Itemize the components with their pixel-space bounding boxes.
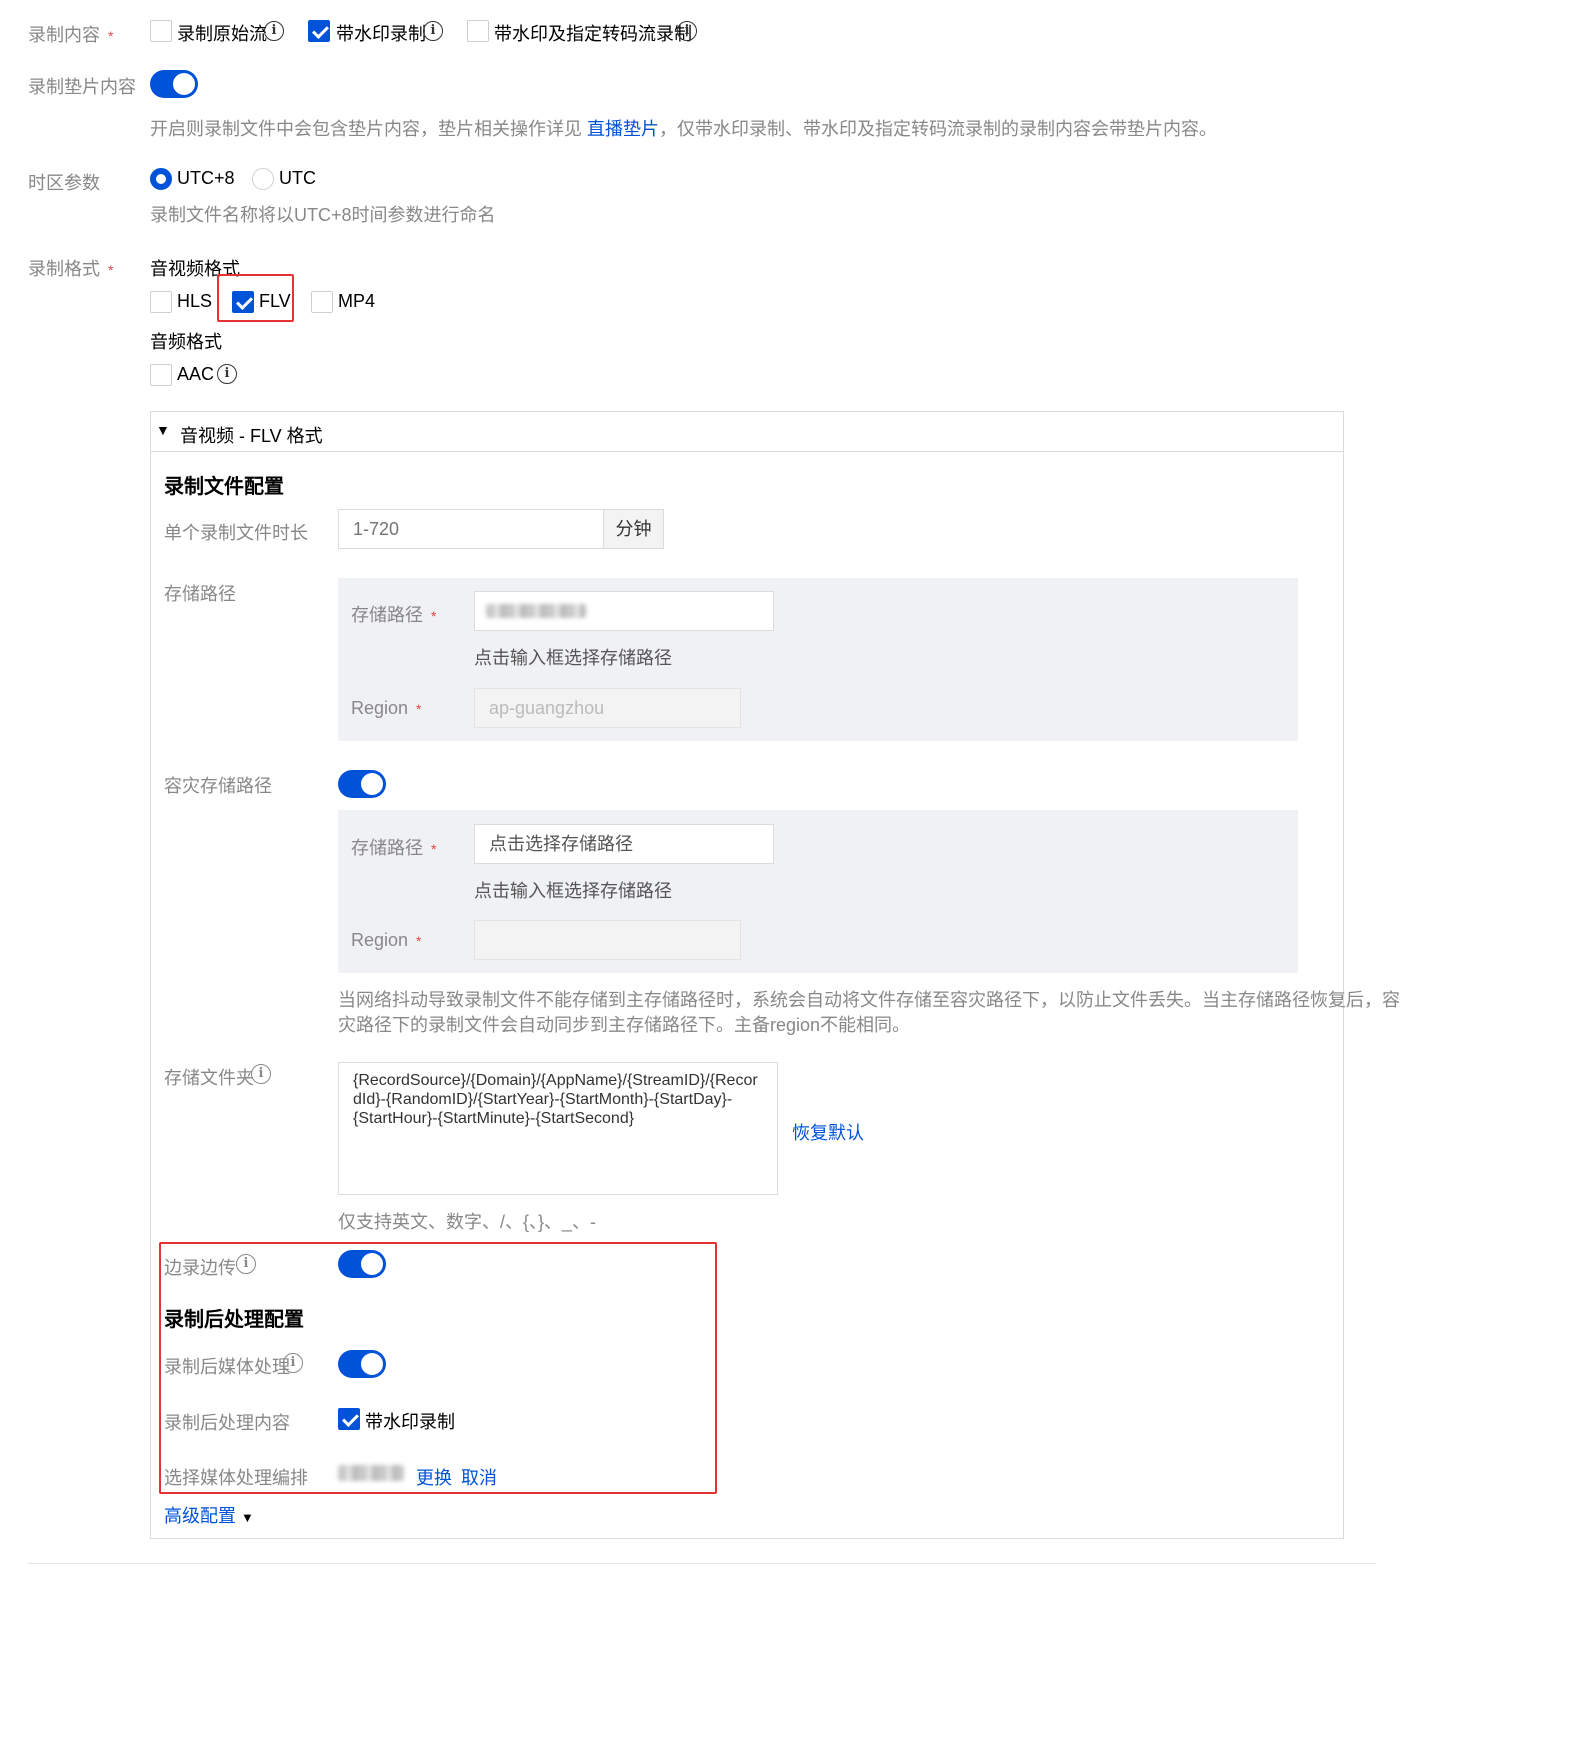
dr-hint-line1: 当网络抖动导致录制文件不能存储到主存储路径时，系统会自动将文件存储至容灾路径下，… xyxy=(338,990,1400,1010)
folder-line: dId}-{RandomID}/{StartYear}-{StartMonth}… xyxy=(353,1091,733,1108)
record-watermark-label: 带水印录制 xyxy=(336,24,426,44)
post-media-label: 录制后媒体处理 xyxy=(164,1357,290,1377)
info-icon[interactable]: i xyxy=(283,1353,303,1373)
dr-storage-toggle[interactable] xyxy=(338,770,386,798)
dr-storage-path-hint: 点击输入框选择存储路径 xyxy=(474,881,672,901)
bottom-divider xyxy=(28,1563,1376,1564)
format-hls-checkbox[interactable] xyxy=(150,291,172,313)
dr-storage-label: 容灾存储路径 xyxy=(164,776,272,796)
record-format-label: 录制格式 * xyxy=(28,259,114,279)
folder-textarea[interactable]: {RecordSource}/{Domain}/{AppName}/{Strea… xyxy=(338,1062,778,1195)
format-mp4-label: MP4 xyxy=(338,291,376,311)
info-icon[interactable]: i xyxy=(677,21,697,41)
record-slate-toggle[interactable] xyxy=(150,70,198,98)
info-icon[interactable]: i xyxy=(423,21,443,41)
region-input: ap-guangzhou xyxy=(474,688,741,728)
post-media-toggle[interactable] xyxy=(338,1350,386,1378)
timezone-utc-label: UTC xyxy=(279,168,316,188)
record-original-label: 录制原始流 xyxy=(177,24,267,44)
folder-line: {RecordSource}/{Domain}/{AppName}/{Strea… xyxy=(353,1072,758,1089)
format-aac-label: AAC xyxy=(177,364,215,384)
dr-storage-path-field-label: 存储路径 * xyxy=(351,838,437,858)
redacted-orchestration xyxy=(338,1465,404,1481)
format-hls-label: HLS xyxy=(177,291,213,311)
region-label: Region * xyxy=(351,698,422,718)
timezone-utc8-radio[interactable] xyxy=(150,168,172,190)
storage-path-hint: 点击输入框选择存储路径 xyxy=(474,648,672,668)
folder-label: 存储文件夹 xyxy=(164,1068,254,1088)
info-icon[interactable]: i xyxy=(251,1064,271,1084)
format-aac-checkbox[interactable] xyxy=(150,364,172,386)
storage-path-field-label: 存储路径 * xyxy=(351,605,437,625)
post-processing-title: 录制后处理配置 xyxy=(164,1309,304,1331)
flv-panel-divider xyxy=(150,451,1344,452)
timezone-label: 时区参数 xyxy=(28,173,100,193)
post-content-watermark-label: 带水印录制 xyxy=(365,1412,455,1432)
orchestration-label: 选择媒体处理编排 xyxy=(164,1468,308,1488)
folder-line: {StartHour}-{StartMinute}-{StartSecond} xyxy=(353,1110,635,1127)
record-watermark-transcode-label: 带水印及指定转码流录制 xyxy=(494,24,692,44)
timezone-utc-radio[interactable] xyxy=(252,168,274,190)
record-slate-label: 录制垫片内容 xyxy=(28,77,136,97)
cancel-link[interactable]: 取消 xyxy=(461,1464,497,1490)
format-mp4-checkbox[interactable] xyxy=(311,291,333,313)
redacted-path xyxy=(486,604,586,618)
caret-down-icon: ▼ xyxy=(241,1510,254,1525)
post-content-label: 录制后处理内容 xyxy=(164,1413,290,1433)
record-watermark-transcode-checkbox[interactable] xyxy=(467,20,489,42)
upload-while-recording-toggle[interactable] xyxy=(338,1250,386,1278)
duration-label: 单个录制文件时长 xyxy=(164,523,308,543)
storage-path-label: 存储路径 xyxy=(164,584,236,604)
collapse-triangle-icon[interactable]: ▼ xyxy=(156,422,170,438)
folder-hint: 仅支持英文、数字、/、{、}、_、- xyxy=(338,1212,597,1232)
live-slate-link[interactable]: 直播垫片 xyxy=(587,119,659,139)
timezone-utc8-label: UTC+8 xyxy=(177,168,235,188)
flv-panel-header[interactable]: 音视频 - FLV 格式 xyxy=(180,422,323,448)
format-flv-label: FLV xyxy=(259,291,291,311)
dr-storage-path-input[interactable]: 点击选择存储路径 xyxy=(474,824,774,864)
upload-while-recording-label: 边录边传 xyxy=(164,1258,236,1278)
info-icon[interactable]: i xyxy=(236,1254,256,1274)
record-content-label: 录制内容 * xyxy=(28,25,114,45)
record-watermark-checkbox[interactable] xyxy=(308,20,330,42)
duration-unit: 分钟 xyxy=(603,509,664,549)
record-slate-hint: 开启则录制文件中会包含垫片内容，垫片相关操作详见 直播垫片，仅带水印录制、带水印… xyxy=(150,119,1218,139)
info-icon[interactable]: i xyxy=(217,364,237,384)
post-content-watermark-checkbox[interactable] xyxy=(338,1408,360,1430)
timezone-hint: 录制文件名称将以UTC+8时间参数进行命名 xyxy=(150,205,496,225)
dr-hint-line2: 灾路径下的录制文件会自动同步到主存储路径下。主备region不能相同。 xyxy=(338,1015,911,1035)
duration-input[interactable] xyxy=(338,509,604,549)
record-original-checkbox[interactable] xyxy=(150,20,172,42)
restore-default-link[interactable]: 恢复默认 xyxy=(792,1119,864,1145)
file-config-title: 录制文件配置 xyxy=(164,476,284,498)
dr-region-input xyxy=(474,920,741,960)
format-flv-checkbox[interactable] xyxy=(232,291,254,313)
info-icon[interactable]: i xyxy=(264,21,284,41)
audio-format-heading: 音频格式 xyxy=(150,332,222,352)
dr-region-label: Region * xyxy=(351,930,422,950)
change-link[interactable]: 更换 xyxy=(416,1464,452,1490)
advanced-config-link[interactable]: 高级配置 ▼ xyxy=(164,1502,254,1528)
